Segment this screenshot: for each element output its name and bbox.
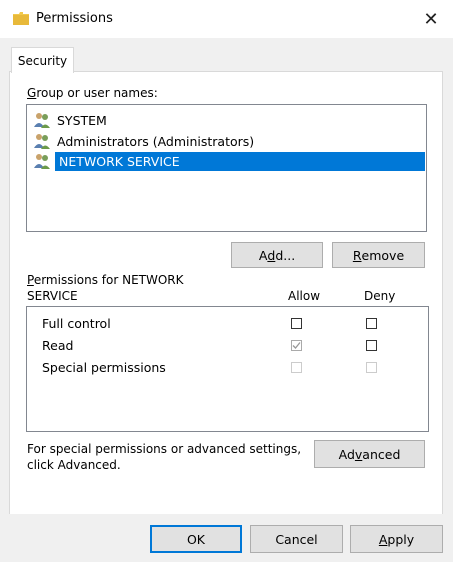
close-icon: ✕ — [423, 8, 439, 30]
list-item[interactable]: Administrators (Administrators) — [33, 131, 256, 151]
allow-special-checkbox — [291, 362, 302, 373]
cancel-button[interactable]: Cancel — [250, 525, 343, 553]
tab-security[interactable]: Security — [11, 47, 74, 73]
permission-name: Read — [42, 338, 74, 353]
allow-full-control-checkbox[interactable] — [291, 318, 302, 329]
deny-column-header: Deny — [364, 289, 396, 303]
user-list[interactable]: SYSTEM Administrators (Administrators) N… — [26, 104, 427, 232]
window-title: Permissions — [36, 11, 113, 26]
tab-security-label: Security — [17, 53, 68, 68]
ok-button[interactable]: OK — [150, 525, 242, 553]
apply-button[interactable]: Apply — [350, 525, 443, 553]
advanced-hint-line2: click Advanced. — [27, 458, 121, 472]
users-icon — [34, 113, 50, 128]
title-bar: Permissions ✕ — [0, 0, 453, 38]
advanced-button[interactable]: Ad v anced — [314, 440, 425, 468]
deny-read-checkbox[interactable] — [366, 340, 377, 351]
permission-name: Special permissions — [42, 360, 166, 375]
allow-column-header: Allow — [288, 289, 321, 303]
deny-special-checkbox — [366, 362, 377, 373]
permissions-list: Full control Read Special permissions — [26, 306, 429, 432]
allow-read-checkbox — [291, 340, 302, 351]
folder-icon — [13, 12, 29, 25]
user-name: Administrators (Administrators) — [57, 133, 255, 149]
close-button[interactable]: ✕ — [418, 8, 444, 30]
list-item-selected[interactable]: NETWORK SERVICE — [33, 151, 425, 171]
users-icon — [34, 134, 50, 149]
user-name: NETWORK SERVICE — [55, 151, 425, 171]
user-name: SYSTEM — [57, 112, 107, 128]
deny-full-control-checkbox[interactable] — [366, 318, 377, 329]
remove-button[interactable]: Remove — [332, 242, 425, 268]
group-names-label: Group or user names: — [27, 86, 158, 100]
permission-name: Full control — [42, 316, 111, 331]
add-button[interactable]: Ad d... — [231, 242, 323, 268]
check-icon — [292, 342, 301, 349]
advanced-hint-line1: For special permissions or advanced sett… — [27, 442, 302, 456]
permissions-label-line1: Permissions for NETWORK — [27, 273, 184, 287]
list-item[interactable]: SYSTEM — [33, 110, 109, 130]
users-icon — [34, 154, 50, 169]
permissions-label-line2: SERVICE — [27, 289, 78, 303]
